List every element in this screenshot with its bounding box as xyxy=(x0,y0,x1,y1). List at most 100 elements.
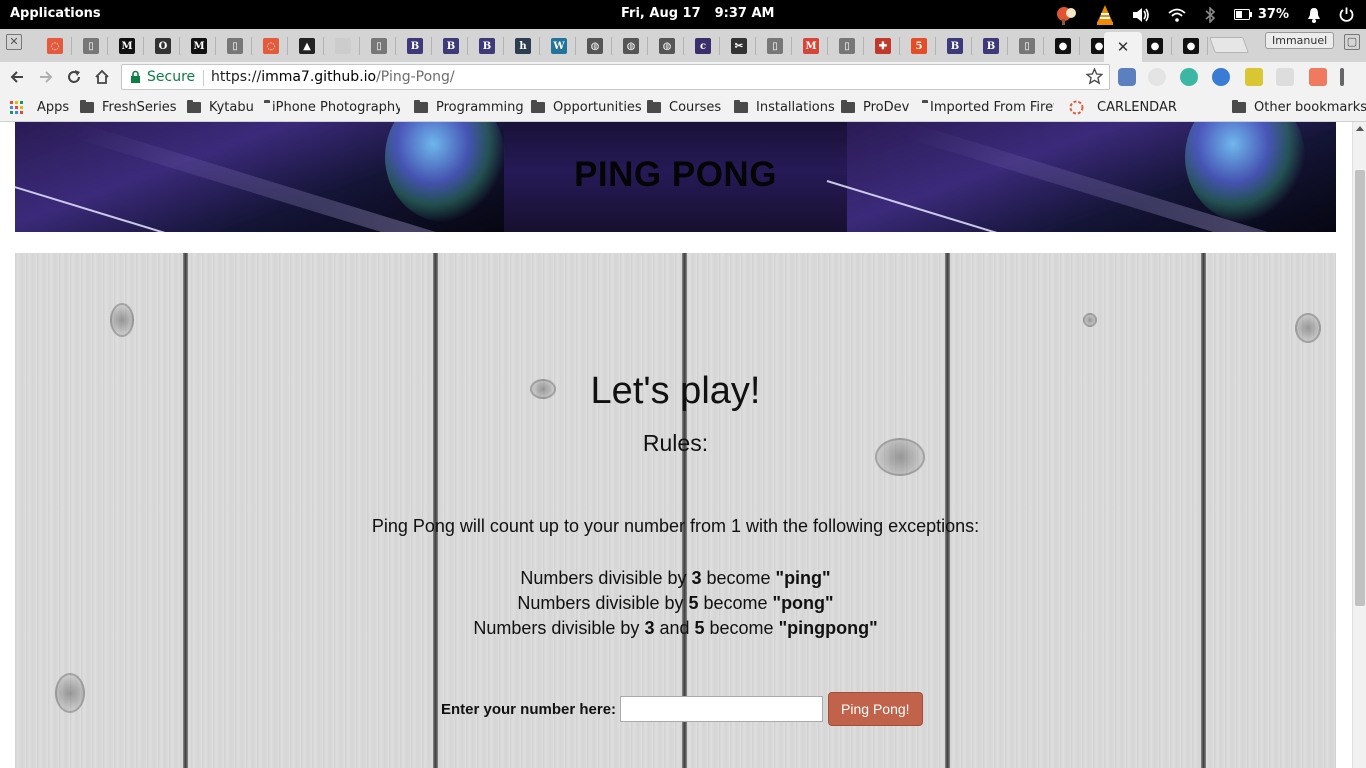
notification-bell-icon[interactable] xyxy=(1307,7,1321,23)
extension-grid-icon[interactable] xyxy=(1245,68,1263,86)
bookmark-folder[interactable]: Programming xyxy=(414,100,524,115)
browser-tab[interactable]: B xyxy=(938,32,972,60)
bookmark-folder[interactable]: iPhone Photography xyxy=(264,100,400,115)
blank-icon xyxy=(335,38,351,54)
browser-tab[interactable]: ▯ xyxy=(362,32,396,60)
browser-tab[interactable]: ✚ xyxy=(866,32,900,60)
bookmark-folder[interactable]: Opportunities xyxy=(531,100,642,115)
bookmark-apps[interactable]: Apps xyxy=(10,100,69,115)
browser-tab[interactable]: B xyxy=(470,32,504,60)
extension-m-icon[interactable] xyxy=(1180,68,1198,86)
bookmark-folder[interactable]: FreshSeries xyxy=(80,100,177,115)
bookmark-label: CARLENDAR xyxy=(1097,100,1177,115)
page-icon: ▯ xyxy=(83,38,99,54)
extension-badge-icon[interactable] xyxy=(1118,68,1136,86)
browser-tab[interactable]: W xyxy=(542,32,576,60)
bookmark-folder[interactable]: ProDev xyxy=(841,100,909,115)
browser-tab[interactable]: B xyxy=(434,32,468,60)
window-restore-icon[interactable]: ▢ xyxy=(1344,34,1360,50)
browser-tab[interactable]: ▯ xyxy=(218,32,252,60)
window-close-icon[interactable]: ✕ xyxy=(6,34,22,50)
bookmark-label: iPhone Photography xyxy=(272,100,400,115)
browser-tab[interactable]: ◌ xyxy=(254,32,288,60)
volume-icon[interactable] xyxy=(1132,7,1150,23)
browser-toolbar: Secure https://imma7.github.io/Ping-Pong… xyxy=(0,62,1366,92)
reload-button[interactable] xyxy=(63,66,85,88)
wifi-icon[interactable] xyxy=(1168,8,1186,22)
vlc-icon[interactable] xyxy=(1096,4,1114,25)
power-icon[interactable] xyxy=(1339,7,1354,22)
url-text[interactable]: https://imma7.github.io/Ping-Pong/ xyxy=(211,69,455,85)
browser-tab[interactable]: ◌ xyxy=(38,32,72,60)
browser-tab[interactable]: ● xyxy=(1138,32,1172,60)
page-scrollbar[interactable] xyxy=(1352,122,1366,768)
browser-tab[interactable]: ▲ xyxy=(290,32,324,60)
number-form: Enter your number here: Ping Pong! xyxy=(441,692,923,726)
browser-tab[interactable]: ▯ xyxy=(830,32,864,60)
clock[interactable]: Fri, Aug 17 9:37 AM xyxy=(621,6,774,21)
battery-indicator[interactable]: 37% xyxy=(1233,7,1289,22)
tab-separator xyxy=(107,37,108,55)
scroll-up-arrow-icon[interactable] xyxy=(1356,126,1364,131)
close-tab-icon[interactable]: ✕ xyxy=(1117,38,1130,56)
bookmark-star-icon[interactable] xyxy=(1086,68,1103,85)
extension-dots-icon[interactable] xyxy=(1276,68,1294,86)
bookmark-folder[interactable]: Courses xyxy=(647,100,721,115)
bookmark-folder[interactable]: Imported From Firefox xyxy=(922,100,1054,115)
browser-tab[interactable]: h xyxy=(506,32,540,60)
new-tab-button[interactable] xyxy=(1209,37,1249,53)
browser-tab[interactable]: 5 xyxy=(902,32,936,60)
other-bookmarks-folder[interactable]: Other bookmarks xyxy=(1232,100,1366,115)
browser-tab[interactable]: ▯ xyxy=(74,32,108,60)
game-section: Let's play! Rules: Ping Pong will count … xyxy=(15,253,1336,768)
browser-tab[interactable]: ◍ xyxy=(650,32,684,60)
tab-separator xyxy=(863,37,864,55)
menu-more-icon[interactable] xyxy=(1340,68,1344,86)
back-button[interactable] xyxy=(6,66,28,88)
tab-separator xyxy=(611,37,612,55)
address-bar[interactable]: Secure https://imma7.github.io/Ping-Pong… xyxy=(121,64,1110,90)
extension-blank-icon[interactable] xyxy=(1148,68,1166,86)
bookmark-folder[interactable]: Installations xyxy=(734,100,835,115)
browser-tab[interactable]: B xyxy=(974,32,1008,60)
tab-active[interactable]: ✕ xyxy=(1104,32,1142,62)
browser-tab[interactable]: B xyxy=(398,32,432,60)
profile-button[interactable]: Immanuel xyxy=(1265,32,1335,49)
ping-pong-button[interactable]: Ping Pong! xyxy=(828,692,923,726)
browser-tab[interactable]: O xyxy=(146,32,180,60)
extension-play-icon[interactable] xyxy=(1309,68,1327,86)
browser-tab[interactable]: ▯ xyxy=(758,32,792,60)
browser-tab[interactable]: ● xyxy=(1046,32,1080,60)
browser-tab[interactable]: M xyxy=(794,32,828,60)
wood-knot xyxy=(1295,313,1321,343)
plank-gap xyxy=(433,253,438,768)
browser-tab[interactable]: ● xyxy=(1174,32,1208,60)
triangle-icon: ▲ xyxy=(299,38,315,54)
page-icon: ▯ xyxy=(227,38,243,54)
browser-tab[interactable]: ✂ xyxy=(722,32,756,60)
browser-tab[interactable]: M xyxy=(110,32,144,60)
applications-menu[interactable]: Applications xyxy=(10,6,101,21)
forward-button[interactable] xyxy=(35,66,57,88)
date-label: Fri, Aug 17 xyxy=(621,6,701,21)
bootstrap-icon: B xyxy=(407,38,423,54)
browser-tab[interactable]: M xyxy=(182,32,216,60)
extension-globe-icon[interactable] xyxy=(1212,68,1230,86)
browser-tab[interactable]: ◍ xyxy=(614,32,648,60)
wood-knot xyxy=(1083,313,1097,327)
bookmark-folder[interactable]: Kytabu xyxy=(187,100,254,115)
browser-tab[interactable] xyxy=(326,32,360,60)
page-banner: PING PONG xyxy=(15,122,1336,232)
home-button[interactable] xyxy=(91,66,113,88)
browser-tab[interactable]: c xyxy=(686,32,720,60)
browser-tab[interactable]: ◍ xyxy=(578,32,612,60)
bookmark-carlendar[interactable]: CARLENDAR xyxy=(1069,100,1177,115)
medium-icon: M xyxy=(119,38,135,54)
bluetooth-icon[interactable] xyxy=(1204,6,1216,23)
browser-tab[interactable]: ▯ xyxy=(1010,32,1044,60)
system-tray: 37% xyxy=(1056,0,1366,29)
scrollbar-thumb[interactable] xyxy=(1355,170,1365,606)
wood-knot xyxy=(110,303,134,337)
ping-pong-tray-icon[interactable] xyxy=(1056,5,1078,25)
number-input[interactable] xyxy=(620,696,824,722)
